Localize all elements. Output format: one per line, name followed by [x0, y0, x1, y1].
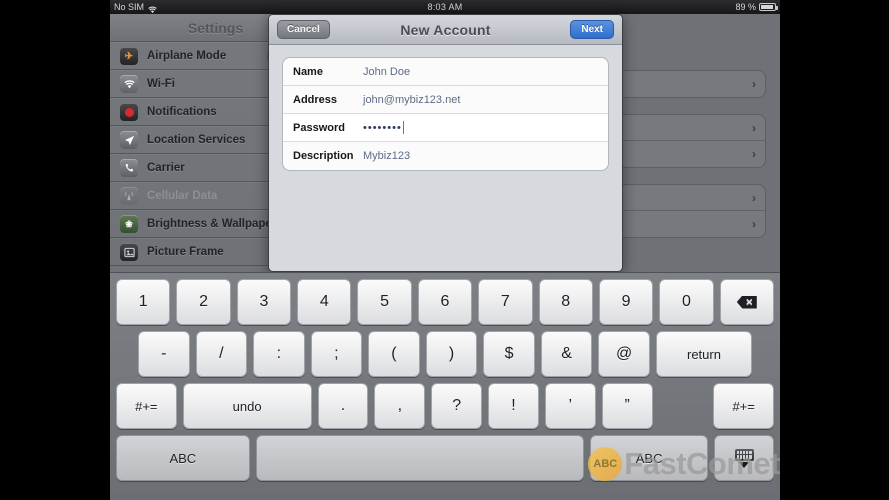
key-ampersand[interactable]: & — [540, 331, 593, 377]
key-7[interactable]: 7 — [478, 279, 533, 325]
password-label: Password — [293, 121, 345, 134]
key-semicolon[interactable]: ; — [310, 331, 363, 377]
description-label: Description — [293, 150, 354, 162]
battery-percent-label: 89 % — [735, 2, 756, 12]
key-paren-open[interactable]: ( — [368, 331, 420, 377]
form-row-description[interactable]: Description Mybiz123 — [283, 142, 608, 170]
name-field[interactable]: John Doe — [363, 66, 410, 78]
hide-keyboard-key[interactable] — [714, 435, 774, 481]
symbol-key-right[interactable]: #+= — [713, 383, 774, 429]
sidebar-item-label: Brightness & Wallpaper — [147, 218, 277, 230]
key-slash[interactable]: / — [195, 331, 248, 377]
abc-key-left[interactable]: ABC — [116, 435, 250, 481]
key-8[interactable]: 8 — [538, 279, 593, 325]
key-1[interactable]: 1 — [116, 279, 171, 325]
description-field[interactable]: Mybiz123 — [363, 150, 410, 162]
password-field[interactable]: •••••••• — [363, 122, 402, 134]
modal-title-bar: Cancel New Account Next — [269, 15, 622, 45]
backspace-key[interactable]: ✕ — [719, 279, 774, 325]
form-row-address[interactable]: Address john@mybiz123.net — [283, 86, 608, 114]
undo-key[interactable]: undo — [182, 383, 312, 429]
key-paren-close[interactable]: ) — [425, 331, 478, 377]
sidebar-item-label: Location Services — [147, 134, 246, 146]
hide-keyboard-icon — [734, 448, 754, 468]
form-row-name[interactable]: Name John Doe — [283, 58, 608, 86]
brightness-icon: ❀ — [120, 215, 138, 233]
text-caret — [402, 121, 404, 134]
keyboard-gap — [659, 383, 708, 429]
onscreen-keyboard: 1 2 3 4 5 6 7 8 9 0 ✕ - / : ; ( ) $ & @ … — [110, 272, 780, 500]
ipad-screen: No SIM 8:03 AM 89 % Settings ✈ Airplane … — [110, 0, 780, 500]
new-account-modal: Cancel New Account Next Name John Doe Ad… — [268, 14, 623, 272]
address-label: Address — [293, 93, 338, 106]
chevron-right-icon: › — [752, 190, 756, 205]
key-comma[interactable]: , — [374, 383, 426, 429]
status-bar-right: 89 % — [735, 0, 778, 14]
keyboard-row-punctuation: #+= undo . , ? ! ’ ” #+= — [116, 383, 774, 429]
key-3[interactable]: 3 — [236, 279, 292, 325]
sidebar-item-label: Airplane Mode — [147, 50, 227, 62]
sidebar-item-label: Picture Frame — [147, 246, 224, 258]
keyboard-row-numbers: 1 2 3 4 5 6 7 8 9 0 ✕ — [116, 279, 774, 325]
key-0[interactable]: 0 — [659, 279, 714, 325]
carrier-icon — [120, 159, 138, 177]
wifi-icon — [120, 75, 138, 93]
key-quote[interactable]: ” — [601, 383, 653, 429]
address-field[interactable]: john@mybiz123.net — [363, 94, 460, 106]
chevron-right-icon: › — [752, 147, 756, 161]
sidebar-item-label: Notifications — [147, 106, 217, 118]
cancel-button[interactable]: Cancel — [277, 20, 330, 39]
status-bar-time: 8:03 AM — [427, 2, 463, 12]
key-hyphen[interactable]: - — [137, 331, 190, 377]
next-button[interactable]: Next — [570, 20, 614, 39]
notifications-icon — [120, 103, 138, 121]
battery-icon — [759, 3, 778, 11]
key-4[interactable]: 4 — [297, 279, 352, 325]
key-dollar[interactable]: $ — [483, 331, 535, 377]
account-form: Name John Doe Address john@mybiz123.net … — [282, 57, 609, 171]
form-row-password[interactable]: Password •••••••• — [283, 114, 608, 142]
chevron-right-icon: › — [752, 77, 756, 91]
sidebar-item-label: Carrier — [147, 162, 185, 174]
key-colon[interactable]: : — [253, 331, 305, 377]
backspace-icon: ✕ — [736, 295, 757, 309]
key-question[interactable]: ? — [431, 383, 483, 429]
status-bar: No SIM 8:03 AM 89 % — [110, 0, 780, 14]
key-6[interactable]: 6 — [417, 279, 473, 325]
location-icon — [120, 131, 138, 149]
key-exclamation[interactable]: ! — [488, 383, 539, 429]
keyboard-row-symbols: - / : ; ( ) $ & @ return — [116, 331, 774, 377]
sidebar-item-label: Wi-Fi — [147, 78, 175, 90]
airplane-icon: ✈ — [120, 47, 138, 65]
symbol-key-left[interactable]: #+= — [116, 383, 177, 429]
key-at[interactable]: @ — [598, 331, 650, 377]
sidebar-item-label: Cellular Data — [147, 190, 218, 202]
keyboard-row-bottom: ABC ABC — [116, 435, 774, 481]
cellular-icon — [120, 187, 138, 205]
abc-key-right[interactable]: ABC — [590, 435, 709, 481]
name-label: Name — [293, 65, 323, 78]
key-period[interactable]: . — [317, 383, 369, 429]
chevron-right-icon: › — [752, 217, 756, 231]
key-5[interactable]: 5 — [357, 279, 412, 325]
key-9[interactable]: 9 — [598, 279, 654, 325]
key-apostrophe[interactable]: ’ — [544, 383, 596, 429]
space-key[interactable] — [255, 435, 585, 481]
chevron-right-icon: › — [752, 120, 756, 135]
key-2[interactable]: 2 — [176, 279, 231, 325]
picture-frame-icon — [120, 243, 138, 261]
return-key[interactable]: return — [655, 331, 753, 377]
